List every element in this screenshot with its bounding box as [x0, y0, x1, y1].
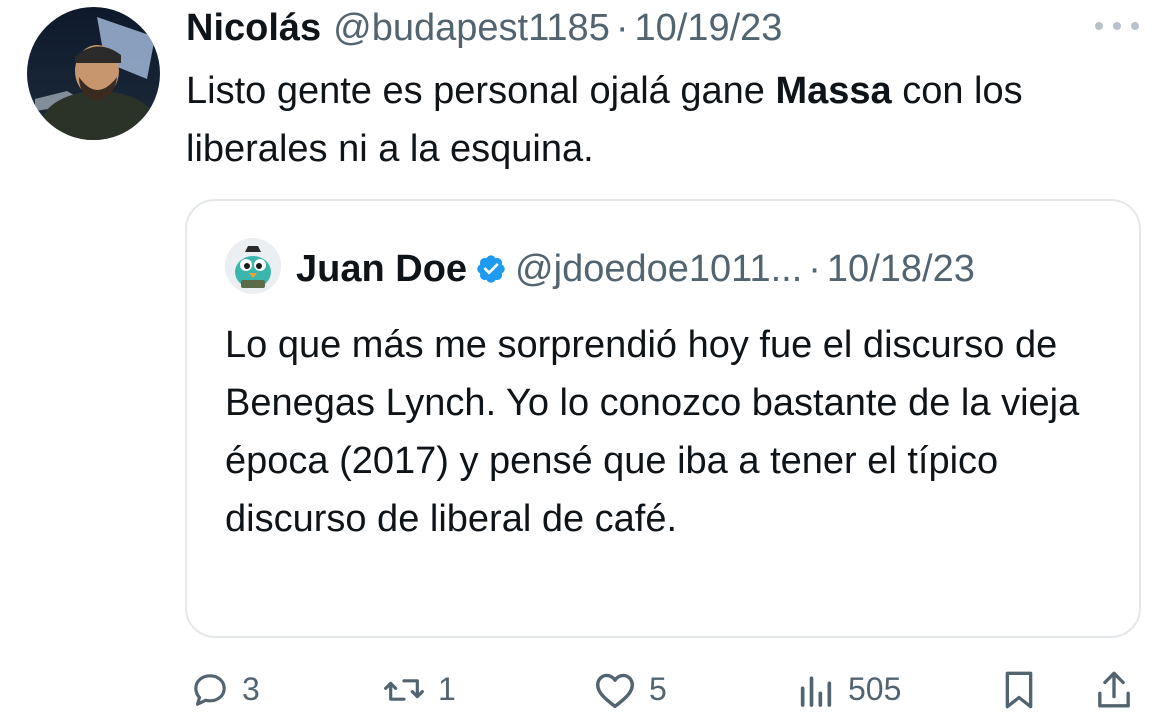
separator: ·	[615, 6, 629, 49]
views-icon	[796, 670, 836, 710]
like-count: 5	[649, 671, 667, 707]
quoted-header: Juan Doe @jdoedoe1011... · 10/18/23	[296, 243, 975, 295]
action-bar: 3 1 5 505	[186, 662, 1146, 717]
quoted-author-avatar	[225, 238, 281, 294]
bookmark-button[interactable]	[999, 662, 1039, 717]
views-count: 505	[848, 671, 902, 707]
retweet-button[interactable]: 1	[382, 662, 456, 717]
verified-badge-icon	[475, 253, 507, 285]
share-icon	[1094, 668, 1134, 712]
author-handle[interactable]: @budapest1185	[333, 7, 610, 50]
bookmark-icon	[999, 668, 1039, 712]
tweet-text-bold: Massa	[775, 70, 892, 112]
reply-icon	[190, 670, 230, 710]
quoted-date[interactable]: 10/18/23	[827, 248, 975, 291]
tweet-date[interactable]: 10/19/23	[634, 7, 782, 50]
author-avatar[interactable]	[27, 7, 160, 140]
like-button[interactable]: 5	[593, 662, 667, 717]
heart-icon	[593, 670, 637, 710]
quoted-text: Lo que más me sorprendió hoy fue el disc…	[225, 324, 1080, 540]
quoted-author-name[interactable]: Juan Doe	[296, 248, 467, 291]
tweet-text: Listo gente es personal ojalá gane Massa…	[186, 62, 1136, 178]
author-name[interactable]: Nicolás	[186, 7, 321, 50]
share-button[interactable]	[1094, 662, 1134, 717]
retweet-count: 1	[438, 671, 456, 707]
quoted-author-handle[interactable]: @jdoedoe1011...	[515, 248, 802, 291]
tweet-text-before: Listo gente es personal ojalá gane	[186, 70, 776, 112]
tweet-header: Nicolás @budapest1185 · 10/19/23	[186, 0, 782, 56]
reply-button[interactable]: 3	[190, 662, 260, 717]
more-icon[interactable]	[1095, 14, 1139, 38]
tweet: Nicolás @budapest1185 · 10/19/23 Listo g…	[0, 0, 1169, 717]
retweet-icon	[382, 670, 426, 710]
views-button[interactable]: 505	[796, 662, 901, 717]
reply-count: 3	[242, 671, 260, 707]
quoted-separator: ·	[808, 247, 821, 290]
quoted-tweet[interactable]: Juan Doe @jdoedoe1011... · 10/18/23 Lo q…	[185, 199, 1141, 638]
